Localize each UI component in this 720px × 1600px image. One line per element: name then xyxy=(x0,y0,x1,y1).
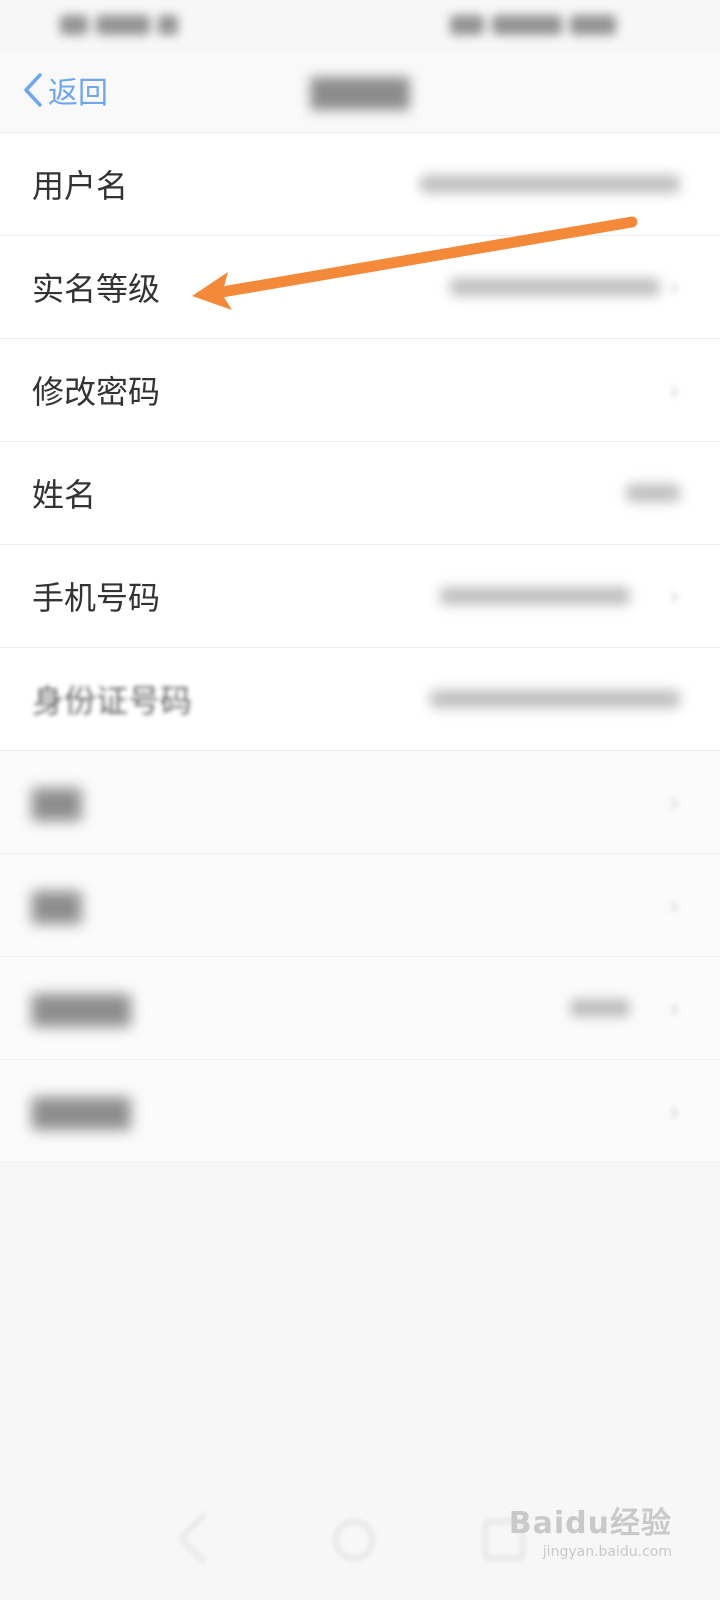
chevron-right-icon: › xyxy=(668,785,680,819)
row-label: 姓名 xyxy=(32,476,97,514)
row-realname-level[interactable]: 实名等级 › xyxy=(0,236,720,339)
chevron-right-icon: › xyxy=(668,579,680,613)
nav-title-blurred: ▇▇▇▇ xyxy=(310,72,410,110)
row-phone[interactable]: 手机号码 › xyxy=(0,545,720,648)
chevron-right-icon: › xyxy=(668,1094,680,1128)
chevron-right-icon: › xyxy=(668,888,680,922)
row-label: 身份证号码 xyxy=(32,682,193,720)
row-label: 手机号码 xyxy=(32,579,161,617)
row-blurred[interactable]: ▇▇ › xyxy=(0,751,720,854)
row-label-blurred: ▇▇▇▇ xyxy=(32,989,131,1027)
row-value-blurred xyxy=(430,690,680,708)
status-left-blurred xyxy=(60,14,200,36)
nav-bar: 返回 ▇▇▇▇ xyxy=(0,50,720,133)
nav-back-icon[interactable] xyxy=(178,1512,231,1565)
row-value-blurred xyxy=(420,175,680,193)
screen: 返回 ▇▇▇▇ 用户名 实名等级 › 修改密码 › 姓名 手机号码 › 身份证号… xyxy=(0,0,720,1600)
chevron-right-icon: › xyxy=(668,373,680,407)
row-value-blurred xyxy=(440,587,630,605)
profile-list: 用户名 实名等级 › 修改密码 › 姓名 手机号码 › 身份证号码 ▇▇ › ▇… xyxy=(0,133,720,1163)
chevron-right-icon: › xyxy=(668,991,680,1025)
row-blurred[interactable]: ▇▇▇▇ › xyxy=(0,957,720,1060)
row-id-number[interactable]: 身份证号码 xyxy=(0,648,720,751)
row-label-blurred: ▇▇ xyxy=(32,886,82,924)
watermark-url: jingyan.baidu.com xyxy=(542,1544,672,1560)
row-label-blurred: ▇▇ xyxy=(32,783,82,821)
row-blurred[interactable]: ▇▇ › xyxy=(0,854,720,957)
row-value-blurred xyxy=(626,484,680,502)
watermark: Baidu经验 jingyan.baidu.com xyxy=(509,1498,672,1560)
row-value-blurred xyxy=(570,999,630,1017)
row-blurred[interactable]: ▇▇▇▇ › xyxy=(0,1060,720,1163)
row-name[interactable]: 姓名 xyxy=(0,442,720,545)
row-value-blurred xyxy=(450,278,660,296)
row-label-blurred: ▇▇▇▇ xyxy=(32,1092,131,1130)
watermark-logo: Baidu经验 xyxy=(508,1506,672,1541)
row-label: 修改密码 xyxy=(32,373,161,411)
status-right-blurred xyxy=(450,14,650,36)
row-change-password[interactable]: 修改密码 › xyxy=(0,339,720,442)
row-label: 用户名 xyxy=(32,167,129,205)
row-label: 实名等级 xyxy=(32,270,161,308)
nav-home-icon[interactable] xyxy=(334,1520,374,1560)
chevron-right-icon: › xyxy=(668,270,680,304)
row-username[interactable]: 用户名 xyxy=(0,133,720,236)
status-bar xyxy=(0,0,720,50)
